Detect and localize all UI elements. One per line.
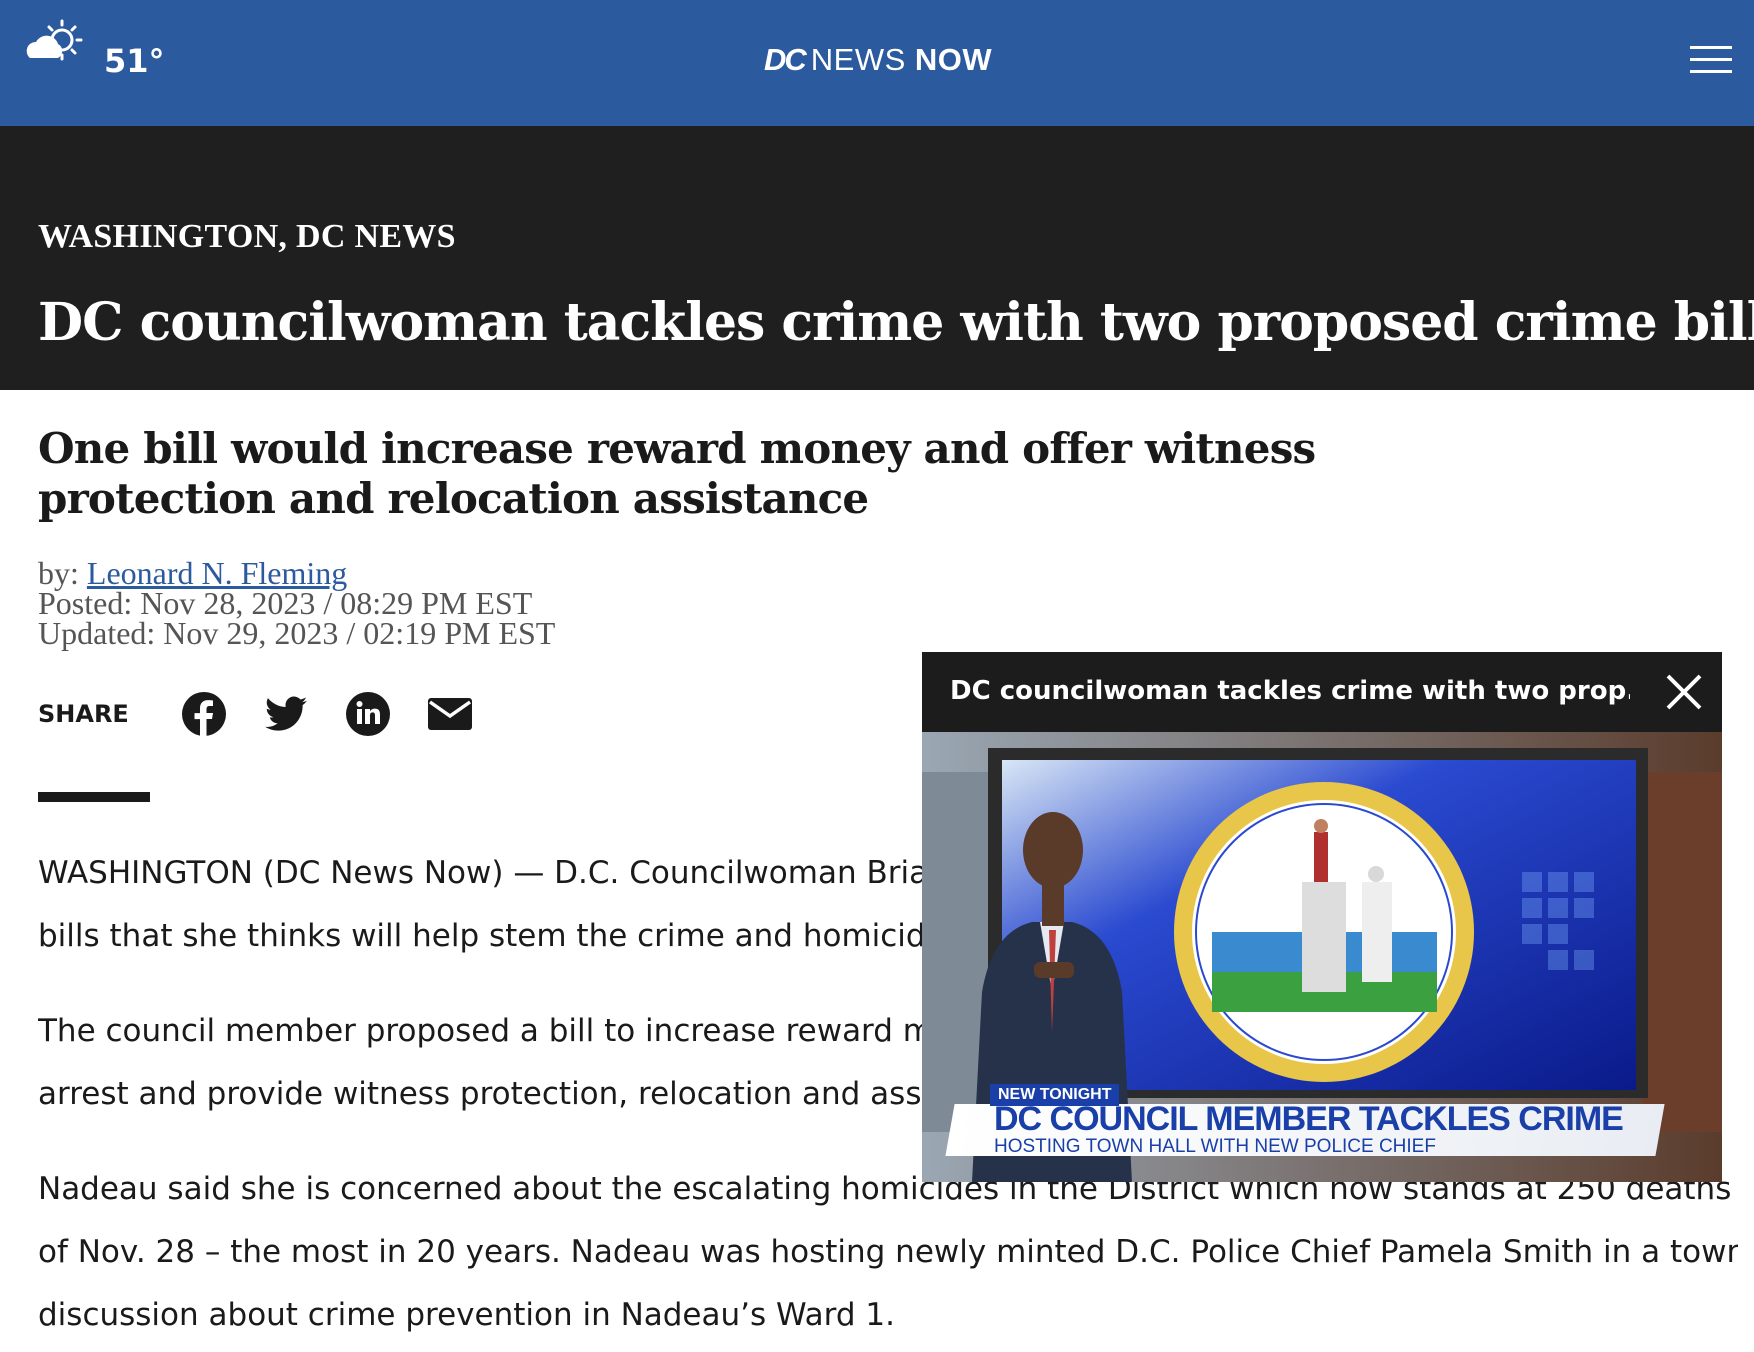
temperature-readout: 51° xyxy=(104,42,165,80)
site-logo[interactable]: DC NEWS NOW xyxy=(764,42,992,78)
lower-third-headline: DC COUNCIL MEMBER TACKLES CRIME xyxy=(994,1100,1624,1138)
logo-news: NEWS xyxy=(810,42,906,77)
site-header: 51° DC NEWS NOW xyxy=(0,0,1754,126)
article-paragraph: The council member proposed a bill to in… xyxy=(38,1000,924,1126)
video-title: DC councilwoman tackles crime with two p… xyxy=(950,676,1630,706)
twitter-icon[interactable] xyxy=(262,690,310,738)
paragraph-line: The council member proposed a bill to in… xyxy=(38,1013,924,1049)
weather-widget[interactable] xyxy=(22,18,86,70)
hamburger-menu-icon[interactable] xyxy=(1690,46,1732,76)
updated-date: Updated: Nov 29, 2023 / 02:19 PM EST xyxy=(38,615,556,651)
article-paragraph: Nadeau said she is concerned about the e… xyxy=(38,1158,1738,1347)
share-label: SHARE xyxy=(38,700,129,728)
article-header: WASHINGTON, DC NEWS DC councilwoman tack… xyxy=(0,126,1754,390)
paragraph-line: arrest and provide witness protection, r… xyxy=(38,1076,924,1112)
divider xyxy=(38,792,150,802)
logo-now: NOW xyxy=(914,42,993,77)
partly-sunny-icon xyxy=(26,19,83,61)
lower-third-subline: HOSTING TOWN HALL WITH NEW POLICE CHIEF xyxy=(994,1136,1436,1157)
posted-date: Posted: Nov 28, 2023 / 08:29 PM EST xyxy=(38,585,533,621)
linkedin-icon[interactable] xyxy=(344,690,392,738)
dc-seal xyxy=(1174,782,1474,1082)
video-popup-header: DC councilwoman tackles crime with two p… xyxy=(922,652,1722,732)
logo-dc: DC xyxy=(764,42,807,77)
email-icon[interactable] xyxy=(426,690,474,738)
close-icon[interactable] xyxy=(1662,670,1706,714)
article-meta: by: Leonard N. Fleming Posted: Nov 28, 2… xyxy=(38,557,556,651)
article-paragraph: WASHINGTON (DC News Now) — D.C. Councilw… xyxy=(38,842,924,968)
video-frame[interactable]: NEW TONIGHT DC COUNCIL MEMBER TACKLES CR… xyxy=(922,732,1722,1182)
byline: by: Leonard N. Fleming xyxy=(38,557,555,589)
paragraph-line: WASHINGTON (DC News Now) — D.C. Councilw… xyxy=(38,855,924,891)
category-label[interactable]: WASHINGTON, DC NEWS xyxy=(38,218,456,256)
article-subtitle: One bill would increase reward money and… xyxy=(38,424,1316,523)
paragraph-line: of Nov. 28 – the most in 20 years. Nadea… xyxy=(38,1234,1738,1270)
paragraph-line: bills that she thinks will help stem the… xyxy=(38,918,924,954)
share-bar xyxy=(180,690,474,738)
facebook-icon[interactable] xyxy=(180,690,228,738)
video-player-popup: DC councilwoman tackles crime with two p… xyxy=(922,652,1722,1182)
page-title: DC councilwoman tackles crime with two p… xyxy=(38,292,1754,353)
paragraph-line: discussion about crime prevention in Nad… xyxy=(38,1297,895,1333)
